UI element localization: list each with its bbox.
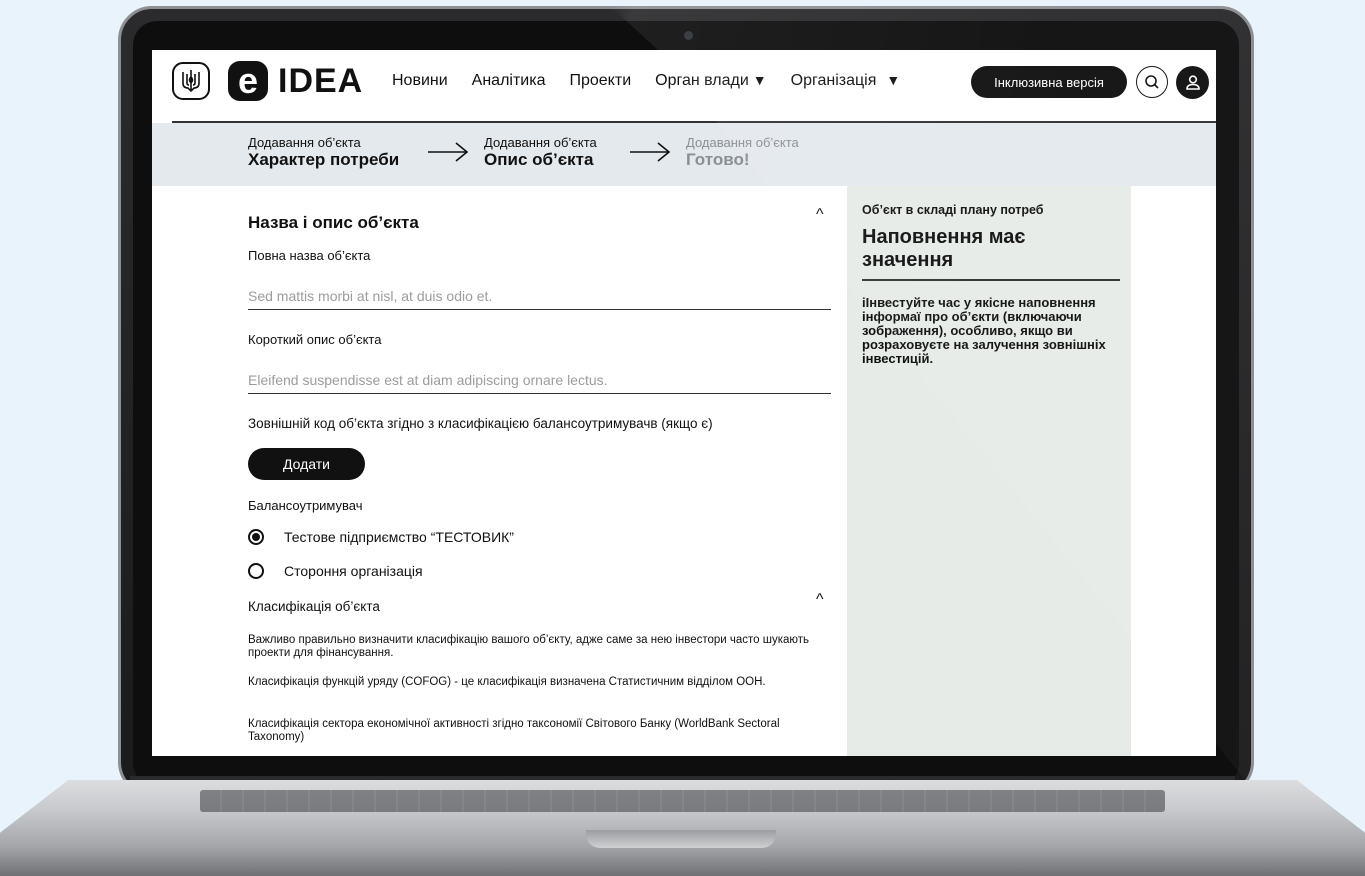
right-margin: [1131, 186, 1216, 756]
caret-down-icon: ▼: [752, 72, 767, 88]
inclusive-version-button[interactable]: Інклюзивна версія: [971, 66, 1127, 98]
step-3: Додавання об’єкта Готово!: [686, 135, 799, 170]
nav-item-analytics[interactable]: Аналітика: [472, 72, 546, 90]
nav-item-authority[interactable]: Орган влади ▼: [655, 72, 767, 90]
step-1-sub: Додавання об’єкта: [248, 135, 361, 150]
add-button[interactable]: Додати: [248, 448, 365, 480]
arrow-right-icon: [428, 142, 469, 162]
laptop-notch: [586, 830, 776, 848]
radio-selected-icon: [248, 529, 264, 545]
arrow-right-icon: [630, 142, 671, 162]
nav-item-organization[interactable]: Організація ▼: [791, 72, 901, 90]
trident-icon[interactable]: [172, 62, 210, 100]
logo[interactable]: e IDEA: [228, 61, 363, 101]
main-nav: Новини Аналітика Проекти Орган влади ▼ Ор…: [392, 72, 924, 90]
form-panel: Назва і опис об’єкта ^ Повна назва об’єк…: [152, 186, 847, 756]
classification-text-1: Важливо правильно визначити класифікацію…: [248, 634, 810, 659]
collapse-chevron-icon[interactable]: ^: [816, 206, 824, 224]
radio-empty-icon: [248, 563, 264, 579]
header: e IDEA Новини Аналітика Проекти Орган вл…: [152, 50, 1216, 123]
logo-mark: e: [228, 61, 268, 101]
short-desc-input[interactable]: [248, 360, 831, 394]
screen: e IDEA Новини Аналітика Проекти Орган вл…: [152, 50, 1216, 756]
search-button[interactable]: [1136, 66, 1168, 98]
radio-option-test-company[interactable]: Тестове підприємство “ТЕСТОВИК”: [248, 529, 514, 545]
external-code-label: Зовнішній код об’єкта згідно з класифіка…: [248, 416, 713, 431]
search-icon: [1145, 75, 1159, 89]
short-desc-label: Короткий опис об’єкта: [248, 332, 382, 347]
classification-text-2: Класифікація функцій уряду (COFOG) - це …: [248, 676, 766, 688]
section-title: Назва і опис об’єкта: [248, 213, 419, 232]
balance-holder-label: Балансоутримувач: [248, 498, 363, 513]
step-3-title: Готово!: [686, 150, 750, 169]
nav-item-projects[interactable]: Проекти: [569, 72, 631, 90]
user-button[interactable]: [1176, 66, 1209, 99]
full-name-input[interactable]: [248, 276, 831, 310]
nav-item-news[interactable]: Новини: [392, 72, 448, 90]
nav-item-organization-label: Організація: [790, 72, 877, 89]
sidebar-title: Наповнення має значення: [862, 226, 1026, 271]
radio-option-label: Стороння організація: [284, 563, 423, 579]
progress-stepper: Додавання об’єкта Характер потреби Додав…: [152, 123, 1216, 186]
laptop-keyboard: [200, 790, 1165, 812]
classification-title: Класифікація об’єкта: [248, 599, 380, 614]
radio-option-third-party[interactable]: Стороння організація: [248, 563, 423, 579]
step-2-sub: Додавання об’єкта: [484, 135, 597, 150]
info-sidebar: Об’єкт в складі плану потреб Наповнення …: [847, 186, 1131, 756]
logo-text: IDEA: [278, 61, 364, 100]
sidebar-text: іІнвестуйте час у якісне наповнення інфо…: [862, 295, 1106, 366]
camera-icon: [684, 31, 693, 40]
sidebar-divider: [862, 279, 1120, 281]
step-2: Додавання об’єкта Опис об’єкта: [484, 135, 597, 170]
collapse-chevron-icon[interactable]: ^: [816, 591, 824, 609]
radio-option-label: Тестове підприємство “ТЕСТОВИК”: [284, 529, 514, 545]
step-2-title: Опис об’єкта: [484, 150, 594, 169]
step-1-title: Характер потреби: [248, 150, 400, 169]
caret-down-icon: ▼: [886, 72, 901, 88]
sidebar-subtitle: Об’єкт в складі плану потреб: [862, 203, 1044, 217]
nav-item-authority-label: Орган влади: [655, 72, 749, 89]
step-3-sub: Додавання об’єкта: [686, 135, 799, 150]
user-icon: [1185, 74, 1200, 90]
classification-text-3: Класифікація сектора економічної активно…: [248, 718, 780, 743]
full-name-label: Повна назва об’єкта: [248, 248, 371, 263]
step-1: Додавання об’єкта Характер потреби: [248, 135, 399, 170]
